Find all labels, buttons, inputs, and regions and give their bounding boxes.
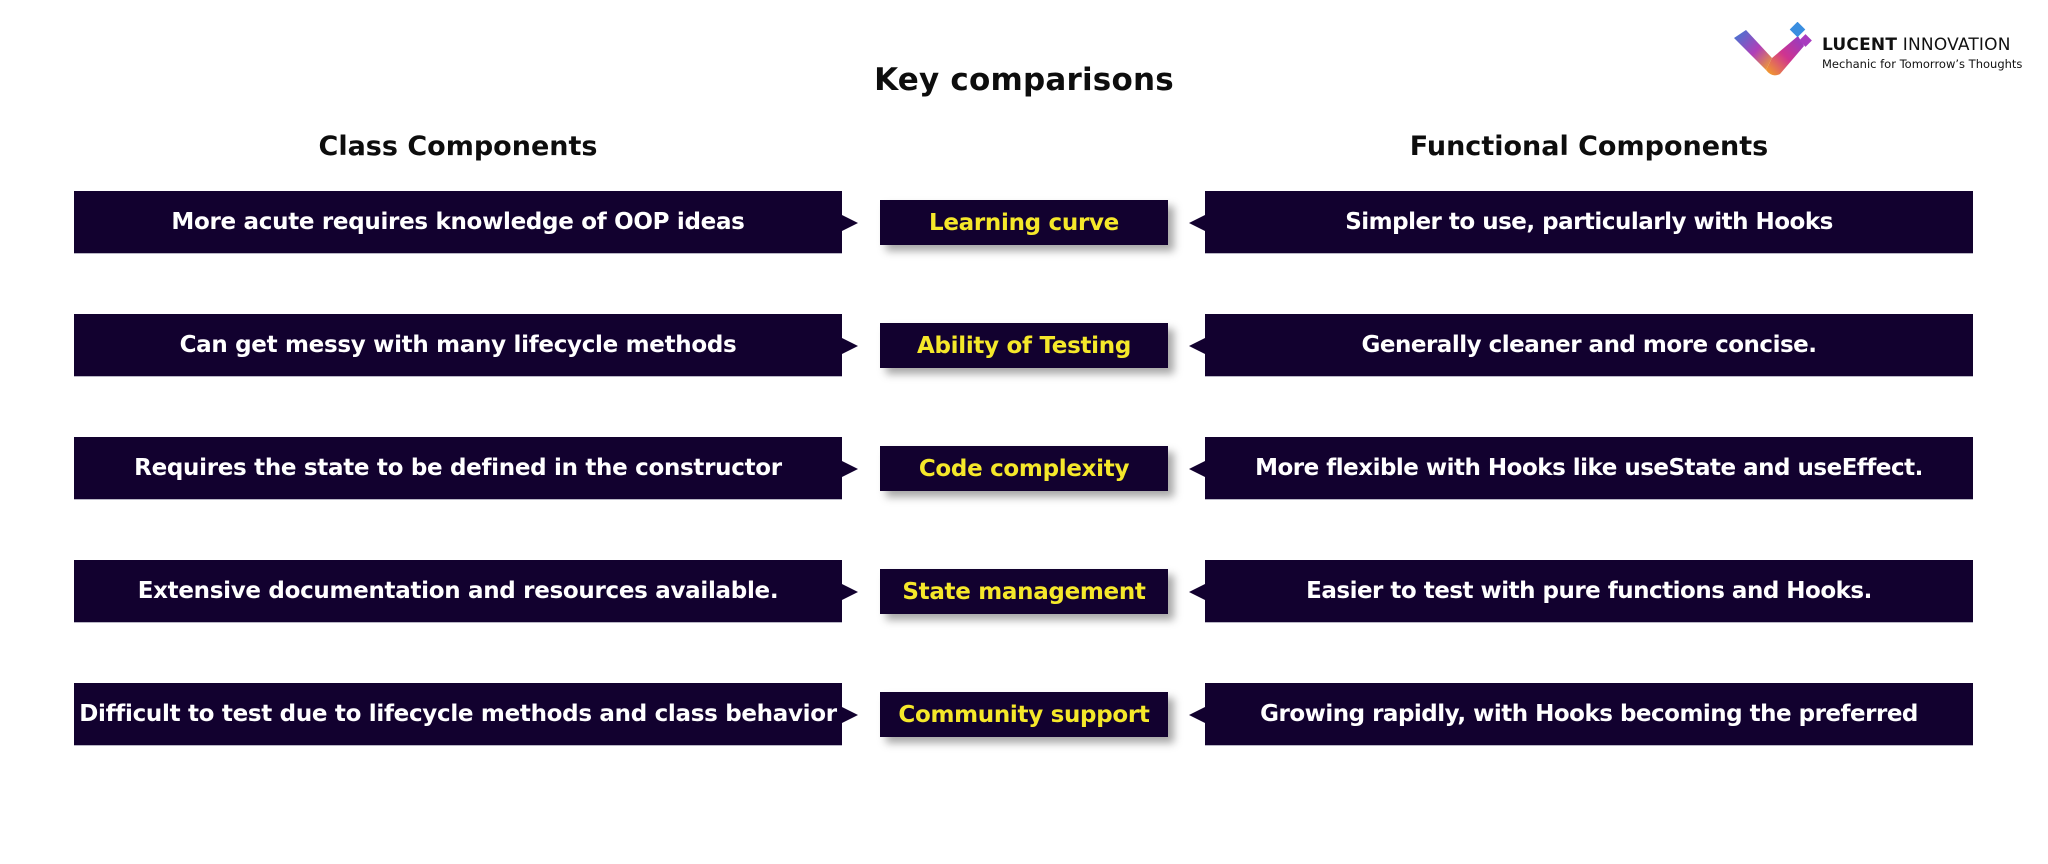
functional-component-cell: Growing rapidly, with Hooks becoming the… (1205, 683, 1973, 746)
class-component-cell: More acute requires knowledge of OOP ide… (74, 191, 842, 254)
criterion-label: State management (880, 569, 1168, 614)
arrow-right-icon (842, 707, 858, 723)
functional-component-text: Growing rapidly, with Hooks becoming the… (1260, 701, 1918, 727)
slide-title: Key comparisons (874, 62, 1174, 98)
class-component-text: More acute requires knowledge of OOP ide… (171, 209, 745, 235)
comparison-slide: LUCENT INNOVATION Mechanic for Tomorrow’… (0, 0, 2048, 864)
functional-component-text: Simpler to use, particularly with Hooks (1345, 209, 1833, 235)
comparison-row: Can get messy with many lifecycle method… (0, 314, 2048, 377)
functional-component-cell: Generally cleaner and more concise. (1205, 314, 1973, 377)
brand-name: LUCENT INNOVATION (1822, 35, 2011, 55)
arrow-left-icon (1189, 461, 1205, 477)
functional-component-text: More flexible with Hooks like useState a… (1255, 455, 1923, 481)
criterion-text: Ability of Testing (917, 332, 1131, 359)
class-component-cell: Extensive documentation and resources av… (74, 560, 842, 623)
criterion-label: Learning curve (880, 200, 1168, 245)
criterion-text: Code complexity (918, 455, 1130, 482)
comparison-row: Difficult to test due to lifecycle metho… (0, 683, 2048, 746)
criterion-text: Community support (898, 701, 1150, 728)
class-component-text: Can get messy with many lifecycle method… (179, 332, 737, 358)
arrow-left-icon (1189, 215, 1205, 231)
criterion-label: Ability of Testing (880, 323, 1168, 368)
class-component-text: Difficult to test due to lifecycle metho… (79, 701, 837, 727)
class-component-cell: Difficult to test due to lifecycle metho… (74, 683, 842, 746)
functional-component-cell: Easier to test with pure functions and H… (1205, 560, 1973, 623)
arrow-right-icon (842, 584, 858, 600)
functional-components-header: Functional Components (1409, 131, 1769, 162)
arrow-left-icon (1189, 707, 1205, 723)
comparison-row: Requires the state to be defined in the … (0, 437, 2048, 500)
functional-component-text: Generally cleaner and more concise. (1361, 332, 1817, 358)
functional-component-cell: More flexible with Hooks like useState a… (1205, 437, 1973, 500)
arrow-right-icon (842, 461, 858, 477)
arrow-left-icon (1189, 338, 1205, 354)
class-component-cell: Can get messy with many lifecycle method… (74, 314, 842, 377)
criterion-label: Community support (880, 692, 1168, 737)
class-component-cell: Requires the state to be defined in the … (74, 437, 842, 500)
arrow-right-icon (842, 215, 858, 231)
class-component-text: Requires the state to be defined in the … (134, 455, 782, 481)
functional-component-text: Easier to test with pure functions and H… (1306, 578, 1872, 604)
criterion-text: State management (902, 578, 1146, 605)
class-component-text: Extensive documentation and resources av… (137, 578, 779, 604)
functional-component-cell: Simpler to use, particularly with Hooks (1205, 191, 1973, 254)
comparison-row: More acute requires knowledge of OOP ide… (0, 191, 2048, 254)
comparison-row: Extensive documentation and resources av… (0, 560, 2048, 623)
arrow-right-icon (842, 338, 858, 354)
arrow-left-icon (1189, 584, 1205, 600)
criterion-label: Code complexity (880, 446, 1168, 491)
criterion-text: Learning curve (929, 209, 1119, 236)
class-components-header: Class Components (318, 131, 598, 162)
